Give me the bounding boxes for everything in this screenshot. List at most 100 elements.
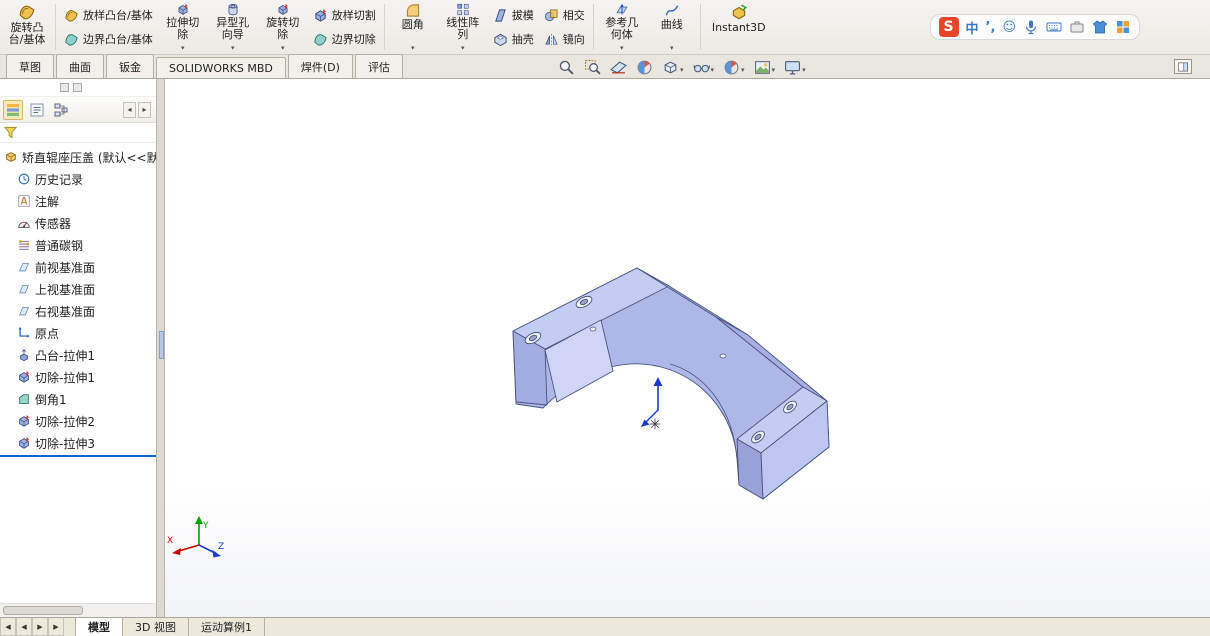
ribbon-label: 列 bbox=[457, 29, 468, 41]
zoom-area-button[interactable] bbox=[584, 59, 601, 76]
main-area: 矫直辊座压盖 (默认<<默认 历史记录 注解 传感器 普通碳钢 bbox=[0, 79, 1210, 617]
edit-appearance-button[interactable] bbox=[636, 59, 653, 76]
tree-item-origin[interactable]: 原点 bbox=[0, 322, 156, 344]
tab-scroll-left-button[interactable] bbox=[16, 618, 32, 636]
emoji-icon[interactable]: ☺ bbox=[1002, 20, 1016, 35]
tree-item-front-plane[interactable]: 前视基准面 bbox=[0, 256, 156, 278]
tree-item-material[interactable]: 普通碳钢 bbox=[0, 234, 156, 256]
part-model[interactable] bbox=[513, 268, 829, 499]
ribbon-item-intersect[interactable]: 相交 bbox=[544, 6, 585, 25]
tab-solidworks-mbd[interactable]: SOLIDWORKS MBD bbox=[156, 57, 286, 78]
ribbon-label: 相交 bbox=[563, 7, 585, 23]
ribbon-item-boundary-boss[interactable]: 边界凸台/基体 bbox=[64, 30, 153, 49]
ribbon-item-fillet[interactable]: 圆角 bbox=[388, 0, 438, 54]
zoom-fit-button[interactable] bbox=[558, 59, 575, 76]
triad-z-label: Z bbox=[218, 542, 224, 552]
panel-mini-icon[interactable] bbox=[73, 83, 82, 92]
toolbox-icon[interactable] bbox=[1069, 19, 1085, 35]
configuration-manager-tab[interactable] bbox=[51, 100, 71, 120]
language-mode-icon[interactable]: 中 bbox=[966, 18, 979, 37]
tree-item-annotations[interactable]: 注解 bbox=[0, 190, 156, 212]
tree-item-cut-extrude1[interactable]: 切除-拉伸1 bbox=[0, 366, 156, 388]
tree-item-top-plane[interactable]: 上视基准面 bbox=[0, 278, 156, 300]
panel-splitter[interactable] bbox=[157, 79, 165, 617]
tab-surfaces[interactable]: 曲面 bbox=[56, 54, 104, 78]
filter-funnel-icon[interactable] bbox=[3, 125, 18, 140]
ribbon-item-loft-boss[interactable]: 放样凸台/基体 bbox=[64, 6, 153, 25]
task-pane-toggle-button[interactable] bbox=[1174, 59, 1192, 74]
panel-mini-icon[interactable] bbox=[60, 83, 69, 92]
ribbon-item-draft[interactable]: 拔模 bbox=[493, 6, 534, 25]
ribbon-item-shell[interactable]: 抽壳 bbox=[493, 30, 534, 49]
tree-item-cut-extrude2[interactable]: 切除-拉伸2 bbox=[0, 410, 156, 432]
view-settings-button[interactable] bbox=[784, 59, 806, 76]
dowel-hole[interactable] bbox=[590, 327, 596, 331]
tab-sheet-metal[interactable]: 钣金 bbox=[106, 54, 154, 78]
curves-icon bbox=[663, 3, 681, 18]
tab-bar-splitter[interactable] bbox=[64, 618, 76, 636]
loft-boss-icon bbox=[64, 8, 79, 23]
ribbon-label: 除 bbox=[177, 29, 188, 41]
revolve-boss-icon bbox=[18, 3, 36, 21]
tab-scroll-first-button[interactable] bbox=[0, 618, 16, 636]
hide-show-items-button[interactable] bbox=[693, 59, 715, 76]
ribbon-item-boundary-cut[interactable]: 边界切除 bbox=[313, 30, 376, 49]
panel-horizontal-scrollbar[interactable] bbox=[0, 603, 156, 617]
tree-item-label: 普通碳钢 bbox=[35, 237, 83, 254]
tab-3d-views[interactable]: 3D 视图 bbox=[123, 618, 189, 636]
tab-scroll-right-button[interactable] bbox=[32, 618, 48, 636]
keyboard-icon[interactable] bbox=[1046, 19, 1062, 35]
draft-icon bbox=[493, 8, 508, 23]
ribbon-label: 圆角 bbox=[402, 19, 424, 31]
ribbon-item-revolve-boss[interactable]: 旋转凸 台/基体 bbox=[2, 0, 52, 54]
ribbon-item-hole-wizard[interactable]: 异型孔 向导 bbox=[208, 0, 258, 54]
origin-triad bbox=[641, 377, 663, 429]
display-style-button[interactable] bbox=[662, 59, 684, 76]
skin-icon[interactable] bbox=[1092, 19, 1108, 35]
ribbon-label: 放样切割 bbox=[332, 7, 376, 23]
scene-button[interactable] bbox=[754, 59, 776, 76]
tree-item-chamfer1[interactable]: 倒角1 bbox=[0, 388, 156, 410]
plane-icon bbox=[17, 260, 31, 274]
ribbon-item-revolved-cut[interactable]: 旋转切 除 bbox=[258, 0, 308, 54]
history-icon bbox=[17, 172, 31, 186]
microphone-icon[interactable] bbox=[1023, 19, 1039, 35]
grid-menu-icon[interactable] bbox=[1115, 19, 1131, 35]
origin-icon bbox=[17, 326, 31, 340]
tab-motion-study1[interactable]: 运动算例1 bbox=[189, 618, 265, 636]
panel-tab-prev-button[interactable] bbox=[123, 102, 136, 118]
tab-evaluate[interactable]: 评估 bbox=[355, 54, 403, 78]
scrollbar-thumb[interactable] bbox=[3, 606, 83, 615]
viewport-canvas[interactable]: Y X Z bbox=[165, 79, 1210, 617]
tree-item-right-plane[interactable]: 右视基准面 bbox=[0, 300, 156, 322]
ribbon-item-instant3d[interactable]: Instant3D bbox=[704, 0, 774, 54]
tab-weldments[interactable]: 焊件(D) bbox=[288, 54, 353, 78]
panel-tab-next-button[interactable] bbox=[138, 102, 151, 118]
tree-item-boss-extrude1[interactable]: 凸台-拉伸1 bbox=[0, 344, 156, 366]
ribbon-item-linear-pattern[interactable]: 线性阵 列 bbox=[438, 0, 488, 54]
tab-scroll-last-button[interactable] bbox=[48, 618, 64, 636]
tree-item-sensors[interactable]: 传感器 bbox=[0, 212, 156, 234]
property-manager-tab[interactable] bbox=[27, 100, 47, 120]
ribbon-item-extruded-cut[interactable]: 拉伸切 除 bbox=[158, 0, 208, 54]
punctuation-mode-icon[interactable]: ’, bbox=[986, 20, 996, 35]
graphics-area[interactable]: Y X Z bbox=[165, 79, 1210, 617]
sogou-logo-icon[interactable]: S bbox=[939, 17, 959, 37]
extruded-cut-icon bbox=[174, 3, 192, 16]
appearance-button[interactable] bbox=[723, 59, 745, 76]
rollback-bar[interactable] bbox=[0, 455, 156, 457]
tab-model[interactable]: 模型 bbox=[76, 618, 123, 636]
ribbon-item-curves[interactable]: 曲线 bbox=[647, 0, 697, 54]
zoom-fit-icon bbox=[558, 59, 575, 76]
tree-item-cut-extrude3[interactable]: 切除-拉伸3 bbox=[0, 432, 156, 454]
hide-show-items-icon bbox=[693, 59, 710, 76]
feature-manager-tab[interactable] bbox=[3, 100, 23, 120]
tab-sketch[interactable]: 草图 bbox=[6, 54, 54, 78]
section-view-button[interactable] bbox=[610, 59, 627, 76]
dowel-hole[interactable] bbox=[720, 354, 726, 358]
tree-item-history[interactable]: 历史记录 bbox=[0, 168, 156, 190]
ribbon-item-mirror[interactable]: 镜向 bbox=[544, 30, 585, 49]
ribbon-item-reference-geometry[interactable]: 参考几 何体 bbox=[597, 0, 647, 54]
tree-item-part-root[interactable]: 矫直辊座压盖 (默认<<默认 bbox=[0, 146, 156, 168]
ribbon-item-loft-cut[interactable]: 放样切割 bbox=[313, 6, 376, 25]
